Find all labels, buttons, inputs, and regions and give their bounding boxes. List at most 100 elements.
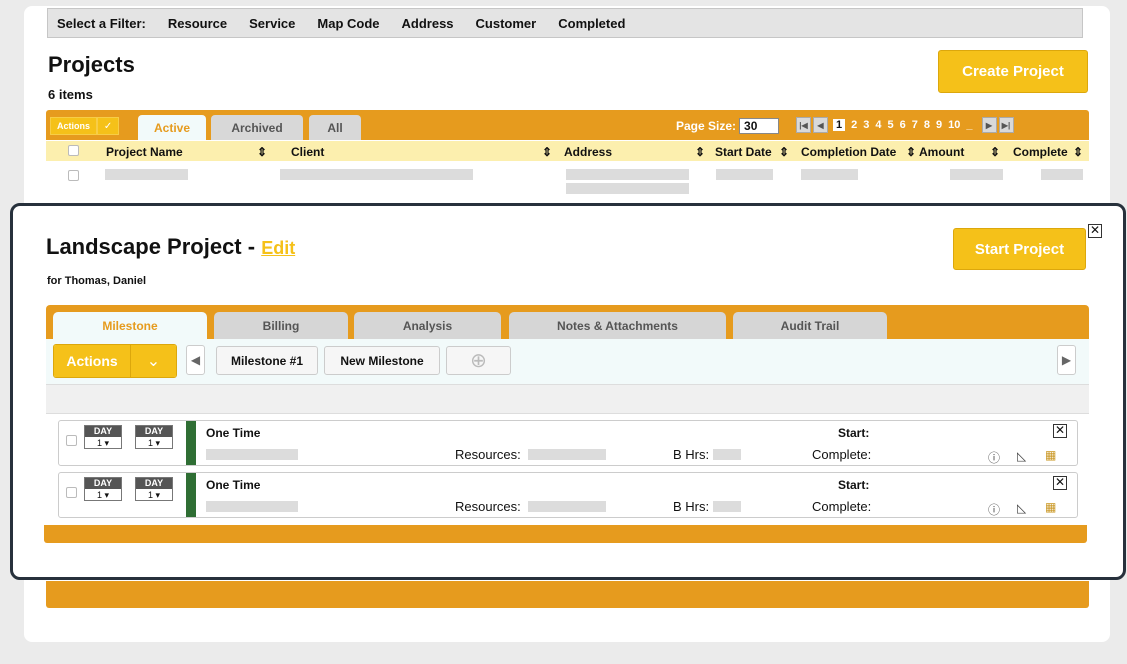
sort-icon[interactable]: ⇕ xyxy=(1073,145,1083,159)
placeholder xyxy=(566,183,689,194)
mini-actions-button[interactable]: Actions ✓ xyxy=(50,117,120,135)
sort-icon[interactable]: ⇕ xyxy=(906,145,916,159)
close-icon[interactable]: ✕ xyxy=(1053,424,1067,438)
col-start-date[interactable]: Start Date xyxy=(715,145,772,159)
col-completion-date[interactable]: Completion Date xyxy=(801,145,896,159)
page-8[interactable]: 8 xyxy=(924,119,930,131)
page-5[interactable]: 5 xyxy=(888,119,894,131)
tab-active[interactable]: Active xyxy=(138,115,206,140)
filter-service[interactable]: Service xyxy=(249,16,295,31)
tab-all[interactable]: All xyxy=(309,115,361,140)
info-icon[interactable]: ⓘ xyxy=(988,501,1000,518)
create-project-button[interactable]: Create Project xyxy=(938,50,1088,93)
placeholder xyxy=(206,449,298,460)
bhrs-label: B Hrs: xyxy=(673,447,710,462)
placeholder xyxy=(1041,169,1083,180)
close-icon[interactable]: ✕ xyxy=(1053,476,1067,490)
sort-icon[interactable]: ⇕ xyxy=(779,145,789,159)
sort-icon[interactable]: ⇕ xyxy=(695,145,705,159)
day-select[interactable]: DAY 1 ▾ xyxy=(135,477,173,501)
page-2[interactable]: 2 xyxy=(851,119,857,131)
page-size-input[interactable]: 30 xyxy=(739,118,780,134)
sort-icon[interactable]: ⇕ xyxy=(542,145,552,159)
filter-resource[interactable]: Resource xyxy=(168,16,227,31)
page-7[interactable]: 7 xyxy=(912,119,918,131)
page-title: Projects xyxy=(48,52,135,77)
prev-page-icon[interactable]: ◀ xyxy=(813,117,828,133)
select-all-checkbox[interactable] xyxy=(68,145,79,156)
milestone-1-button[interactable]: Milestone #1 xyxy=(216,346,318,375)
chevron-down-icon[interactable]: ⌄ xyxy=(130,345,176,377)
page-6[interactable]: 6 xyxy=(900,119,906,131)
new-milestone-button[interactable]: New Milestone xyxy=(324,346,440,375)
tab-audit-trail[interactable]: Audit Trail xyxy=(733,312,887,339)
start-project-button[interactable]: Start Project xyxy=(953,228,1086,270)
col-project-name[interactable]: Project Name xyxy=(106,145,183,159)
modal-title: Landscape Project - Edit xyxy=(46,234,295,260)
note-icon[interactable]: ◺ xyxy=(1017,501,1026,515)
first-page-icon[interactable]: |◀ xyxy=(796,117,811,133)
tab-milestone[interactable]: Milestone xyxy=(53,312,207,339)
filter-address[interactable]: Address xyxy=(402,16,454,31)
row-checkbox[interactable] xyxy=(66,435,77,446)
filter-completed[interactable]: Completed xyxy=(558,16,625,31)
day-value: 1 xyxy=(147,490,153,500)
page-9[interactable]: 9 xyxy=(936,119,942,131)
tab-analysis[interactable]: Analysis xyxy=(354,312,501,339)
col-client[interactable]: Client xyxy=(291,145,324,159)
tab-billing[interactable]: Billing xyxy=(214,312,348,339)
day-value: 1 xyxy=(147,438,153,448)
placeholder xyxy=(105,169,188,180)
filter-label: Select a Filter: xyxy=(57,15,146,31)
day-select[interactable]: DAY 1 ▾ xyxy=(84,425,122,449)
page-1[interactable]: 1 xyxy=(833,119,846,131)
placeholder xyxy=(950,169,1003,180)
row-checkbox[interactable] xyxy=(68,170,79,181)
modal-tab-bar: Milestone Billing Analysis Notes & Attac… xyxy=(46,305,1089,339)
bhrs-label: B Hrs: xyxy=(673,499,710,514)
page-10[interactable]: 10 xyxy=(948,119,960,131)
last-page-icon[interactable]: ▶| xyxy=(998,117,1014,133)
col-complete[interactable]: Complete xyxy=(1013,145,1068,159)
col-address[interactable]: Address xyxy=(564,145,612,159)
status-bar xyxy=(186,473,199,517)
tab-notes-attachments[interactable]: Notes & Attachments xyxy=(509,312,726,339)
page-size-label: Page Size: xyxy=(676,119,737,133)
day-value: 1 xyxy=(96,490,102,500)
item-count: 6 items xyxy=(48,87,93,102)
chevron-down-icon[interactable]: ✓ xyxy=(97,117,120,135)
next-page-icon[interactable]: ▶ xyxy=(981,117,997,133)
day-label: DAY xyxy=(136,478,172,489)
resources-label: Resources: xyxy=(455,499,521,514)
calendar-icon[interactable]: ▦ xyxy=(1045,500,1056,514)
tab-archived[interactable]: Archived xyxy=(211,115,303,140)
col-amount[interactable]: Amount xyxy=(919,145,964,159)
day-select[interactable]: DAY 1 ▾ xyxy=(84,477,122,501)
close-icon[interactable]: ✕ xyxy=(1088,224,1102,238)
placeholder xyxy=(206,501,298,512)
sort-icon[interactable]: ⇕ xyxy=(990,145,1000,159)
calendar-icon[interactable]: ▦ xyxy=(1045,448,1056,462)
filter-customer[interactable]: Customer xyxy=(476,16,537,31)
page-4[interactable]: 4 xyxy=(875,119,881,131)
filter-map-code[interactable]: Map Code xyxy=(317,16,379,31)
placeholder xyxy=(713,449,741,460)
next-milestone-icon[interactable]: ▶ xyxy=(1057,345,1076,375)
row-checkbox[interactable] xyxy=(66,487,77,498)
day-label: DAY xyxy=(85,478,121,489)
info-icon[interactable]: ⓘ xyxy=(988,449,1000,466)
milestone-toolbar: Actions ⌄ ◀ Milestone #1 New Milestone ⊕… xyxy=(46,339,1089,384)
edit-link[interactable]: Edit xyxy=(261,238,295,258)
sort-icon[interactable]: ⇕ xyxy=(257,145,267,159)
actions-button[interactable]: Actions ⌄ xyxy=(53,344,177,378)
pager: |◀ ◀ 1 2 3 4 5 6 7 8 9 10 _ ▶ ▶| xyxy=(796,117,1016,133)
background-orange-bar xyxy=(46,581,1089,608)
row-title: One Time xyxy=(206,478,261,492)
prev-milestone-icon[interactable]: ◀ xyxy=(186,345,205,375)
page-3[interactable]: 3 xyxy=(863,119,869,131)
day-select[interactable]: DAY 1 ▾ xyxy=(135,425,173,449)
placeholder xyxy=(716,169,773,180)
note-icon[interactable]: ◺ xyxy=(1017,449,1026,463)
day-value: 1 xyxy=(96,438,102,448)
plus-circle-icon[interactable]: ⊕ xyxy=(446,346,511,375)
